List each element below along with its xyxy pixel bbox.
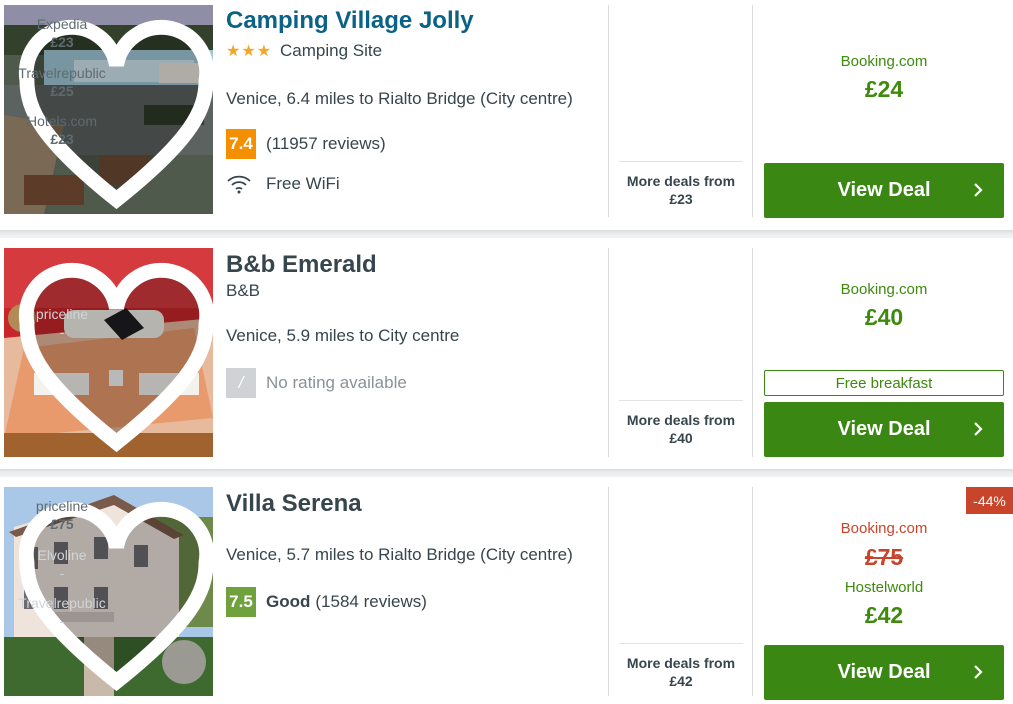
divider	[752, 487, 753, 696]
more-deals-label: More deals from	[626, 412, 736, 428]
hotel-type: ★★★ Camping Site	[226, 41, 382, 61]
hotel-info: Camping Village Jolly ★★★ Camping Site Ve…	[226, 0, 606, 228]
deal-price[interactable]: £42	[764, 602, 1004, 629]
divider	[752, 248, 753, 457]
other-deal[interactable]: Elvoline -	[0, 546, 124, 582]
deal-price[interactable]: £24	[764, 76, 1004, 103]
review-count: (11957 reviews)	[266, 134, 386, 153]
hotel-location[interactable]: Venice, 6.4 miles to Rialto Bridge (City…	[226, 89, 573, 109]
chevron-right-icon	[974, 665, 983, 679]
other-deal-provider: Elvoline	[37, 547, 87, 563]
divider	[619, 400, 743, 401]
view-deal-label: View Deal	[837, 179, 931, 201]
hotel-info: B&b Emerald B&B Venice, 5.9 miles to Cit…	[226, 238, 606, 467]
other-deal-provider: Travelrepublic	[18, 65, 106, 81]
hotel-info: Villa Serena Venice, 5.7 miles to Rialto…	[226, 477, 606, 704]
other-deal-price: -	[59, 613, 65, 629]
heart-icon[interactable]	[12, 256, 213, 457]
other-deal-provider: priceline	[35, 498, 89, 514]
deal-provider: Booking.com	[840, 281, 928, 298]
wifi-icon	[227, 175, 251, 194]
review-count: (1584 reviews)	[315, 592, 427, 611]
other-deal[interactable]: Expedia £23	[0, 15, 124, 51]
divider	[608, 5, 609, 217]
old-deal-provider: Booking.com	[840, 520, 928, 537]
more-deals-price: £40	[669, 430, 693, 446]
other-deal-provider: Hotels.com	[26, 113, 98, 129]
view-deal-button[interactable]: View Deal	[764, 402, 1004, 457]
deal-provider: Hostelworld	[844, 579, 924, 596]
rating-row[interactable]: 7.4 (11957 reviews)	[226, 129, 386, 159]
other-deal-price: -	[59, 324, 65, 340]
amenity: Free WiFi	[226, 174, 340, 194]
rating-row: / No rating available	[226, 368, 407, 398]
other-deal-price: £23	[50, 131, 74, 147]
view-deal-button[interactable]: View Deal	[764, 163, 1004, 218]
hotel-name[interactable]: Camping Village Jolly	[226, 7, 474, 35]
review-count: No rating available	[266, 373, 407, 392]
other-deal-price: £75	[50, 516, 74, 532]
other-deal[interactable]: priceline -	[0, 305, 124, 341]
card-separator	[0, 467, 1013, 477]
rating-label: Good	[266, 592, 311, 611]
other-deal[interactable]: Hotels.com £23	[0, 112, 124, 148]
divider	[752, 5, 753, 217]
more-deals-label: More deals from	[626, 173, 736, 189]
rating-score: 7.4	[226, 129, 256, 159]
deal-provider: Booking.com	[840, 53, 928, 70]
more-deals-price: £23	[669, 191, 693, 207]
hotel-photo[interactable]	[4, 248, 213, 457]
discount-badge: -44%	[966, 487, 1013, 514]
hotel-location[interactable]: Venice, 5.7 miles to Rialto Bridge (City…	[226, 545, 573, 565]
other-deal[interactable]: Travelrepublic -	[0, 594, 124, 630]
hotel-location[interactable]: Venice, 5.9 miles to City centre	[226, 326, 459, 346]
deal-price[interactable]: £40	[764, 304, 1004, 331]
divider	[608, 248, 609, 457]
card-separator	[0, 228, 1013, 238]
old-deal-price: £75	[864, 544, 904, 570]
divider	[619, 643, 743, 644]
chevron-right-icon	[974, 422, 983, 436]
other-deal-price: £23	[50, 34, 74, 50]
other-deal-provider: Travelrepublic	[18, 595, 106, 611]
hotel-name[interactable]: Villa Serena	[226, 490, 362, 518]
other-deal-price: £25	[50, 83, 74, 99]
view-deal-button[interactable]: View Deal	[764, 645, 1004, 700]
other-deal[interactable]: Travelrepublic £25	[0, 64, 124, 100]
free-breakfast-badge: Free breakfast	[764, 370, 1004, 396]
more-deals-link[interactable]: More deals from £42	[619, 654, 743, 690]
view-deal-label: View Deal	[837, 661, 931, 683]
chevron-right-icon	[974, 183, 983, 197]
hotel-type-label: Camping Site	[280, 41, 383, 60]
more-deals-price: £42	[669, 673, 693, 689]
rating-row[interactable]: 7.5 Good (1584 reviews)	[226, 587, 427, 617]
hotel-name[interactable]: B&b Emerald	[226, 251, 377, 279]
amenity-label: Free WiFi	[266, 174, 340, 193]
view-deal-label: View Deal	[837, 418, 931, 440]
star-rating: ★★★	[226, 43, 273, 60]
other-deal[interactable]: priceline £75	[0, 497, 124, 533]
more-deals-label: More deals from	[626, 655, 736, 671]
hotel-card-3: Villa Serena Venice, 5.7 miles to Rialto…	[0, 477, 1013, 704]
other-deal-price: -	[59, 565, 65, 581]
more-deals-link[interactable]: More deals from £23	[619, 172, 743, 208]
hotel-type: B&B	[226, 281, 261, 300]
hotel-card-2: B&b Emerald B&B Venice, 5.9 miles to Cit…	[0, 238, 1013, 467]
hotel-card-1: Camping Village Jolly ★★★ Camping Site Ve…	[0, 0, 1013, 228]
divider	[608, 487, 609, 696]
rating-score: 7.5	[226, 587, 256, 617]
other-deal-provider: Expedia	[36, 16, 88, 32]
more-deals-link[interactable]: More deals from £40	[619, 411, 743, 447]
divider	[619, 161, 743, 162]
other-deal-provider: priceline	[35, 306, 89, 322]
rating-score: /	[226, 368, 256, 398]
